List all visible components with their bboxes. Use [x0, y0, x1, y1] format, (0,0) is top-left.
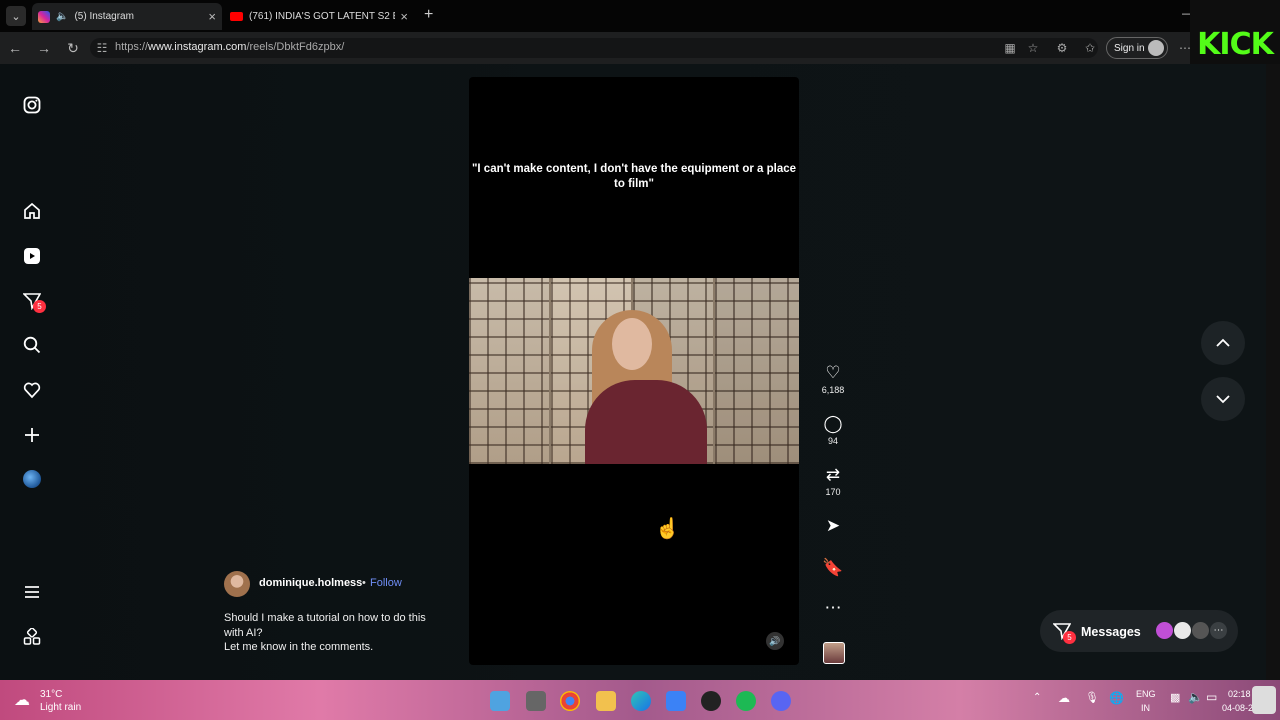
- tab-title: (5) Instagram: [74, 11, 134, 22]
- bookmark-icon: 🔖: [822, 558, 844, 577]
- presenter-body: [585, 380, 707, 464]
- comment-count: 94: [827, 436, 838, 446]
- create-icon[interactable]: [22, 425, 42, 445]
- file-explorer-icon[interactable]: [596, 691, 616, 711]
- like-count: 6,188: [821, 385, 845, 395]
- shoji-screen: [469, 278, 549, 464]
- task-view-icon[interactable]: [526, 691, 546, 711]
- author-username[interactable]: dominique.holmess: [259, 577, 362, 589]
- home-icon[interactable]: [22, 201, 42, 221]
- like-button[interactable]: ♡ 6,188: [818, 363, 848, 395]
- sound-toggle-icon[interactable]: 🔊: [766, 632, 784, 650]
- also-from-meta-icon[interactable]: [22, 627, 42, 647]
- conversation-avatar: [1192, 622, 1209, 639]
- comment-icon: ◯: [823, 414, 843, 433]
- page-scrollbar[interactable]: [1266, 64, 1280, 680]
- weather-description[interactable]: Light rain: [40, 702, 81, 713]
- comment-button[interactable]: ◯ 94: [818, 414, 848, 446]
- previous-reel-button[interactable]: [1201, 321, 1245, 365]
- sign-in-button[interactable]: Sign in: [1106, 37, 1168, 59]
- follow-button[interactable]: Follow: [370, 577, 402, 589]
- url-text[interactable]: https://www.instagram.com/reels/DbktFd6z…: [115, 41, 344, 53]
- separator-dot: •: [362, 577, 366, 589]
- start-icon[interactable]: [490, 691, 510, 711]
- audio-thumbnail[interactable]: [823, 642, 845, 664]
- microphone-icon[interactable]: 🎙: [1085, 691, 1099, 704]
- reload-icon[interactable]: ↻: [64, 39, 82, 57]
- notifications-icon[interactable]: [22, 380, 42, 400]
- reel-overlay-text: "I can't make content, I don't have the …: [471, 163, 797, 190]
- onedrive-icon[interactable]: ☁: [1058, 691, 1070, 705]
- repost-button[interactable]: ⇄ 170: [818, 465, 848, 497]
- browser-tab-bar: ⌄ 🔈 (5) Instagram × (761) INDIA'S GOT LA…: [0, 0, 1280, 32]
- hand-cursor-icon: ☝: [655, 518, 680, 540]
- spotify-icon[interactable]: [736, 691, 756, 711]
- edge-icon[interactable]: [631, 691, 651, 711]
- weather-temperature[interactable]: 31°C: [40, 689, 62, 700]
- close-tab-icon[interactable]: ×: [400, 9, 408, 24]
- forward-icon[interactable]: →: [35, 39, 53, 57]
- instagram-icon: [38, 10, 50, 23]
- presenter-face: [612, 318, 652, 370]
- description-line: Should I make a tutorial on how to do th…: [224, 612, 426, 624]
- tab-youtube[interactable]: (761) INDIA'S GOT LATENT S2 EP4 ×: [224, 3, 414, 30]
- discord-icon[interactable]: [771, 691, 791, 711]
- profile-icon[interactable]: [22, 469, 42, 489]
- heart-icon: ♡: [825, 363, 841, 382]
- vpn-icon[interactable]: 🌐: [1109, 691, 1124, 705]
- author-avatar[interactable]: [224, 571, 250, 597]
- conversation-avatar: [1156, 622, 1173, 639]
- clock-date[interactable]: 04-08-2: [1222, 703, 1253, 713]
- next-reel-button[interactable]: [1201, 377, 1245, 421]
- close-tab-icon[interactable]: ×: [208, 9, 216, 24]
- obs-icon[interactable]: [701, 691, 721, 711]
- youtube-icon: [230, 12, 243, 21]
- more-icon[interactable]: [22, 582, 42, 602]
- new-tab-button[interactable]: +: [424, 6, 433, 24]
- share-button[interactable]: ➤: [818, 516, 848, 536]
- region-indicator[interactable]: IN: [1141, 703, 1150, 713]
- shoji-screen: [715, 278, 799, 464]
- clock-time[interactable]: 02:18: [1228, 689, 1251, 699]
- tab-instagram[interactable]: 🔈 (5) Instagram ×: [32, 3, 222, 30]
- more-conversations-icon: ⋯: [1210, 622, 1227, 639]
- avatar-icon: [1148, 40, 1164, 56]
- notification-avatar-icon[interactable]: [1252, 686, 1276, 714]
- reels-icon[interactable]: [22, 246, 42, 266]
- battery-icon[interactable]: ▭: [1206, 690, 1217, 704]
- favorite-star-icon[interactable]: ☆: [1025, 40, 1041, 56]
- back-icon[interactable]: ←: [6, 39, 24, 57]
- conversation-avatar: [1174, 622, 1191, 639]
- weather-icon[interactable]: ☁: [14, 690, 30, 710]
- favorites-icon[interactable]: ✩: [1082, 40, 1098, 56]
- extensions-icon[interactable]: ⚙: [1054, 40, 1070, 56]
- store-icon[interactable]: [666, 691, 686, 711]
- network-icon[interactable]: ▩: [1170, 691, 1180, 704]
- tab-title: (761) INDIA'S GOT LATENT S2 EP4: [249, 11, 395, 22]
- reel-description: Should I make a tutorial on how to do th…: [224, 611, 454, 655]
- app-available-icon[interactable]: ▦: [1002, 40, 1018, 56]
- search-icon[interactable]: [22, 335, 42, 355]
- volume-icon[interactable]: 🔈: [1188, 690, 1203, 704]
- share-icon: ➤: [825, 516, 841, 535]
- site-info-icon[interactable]: ☷: [94, 40, 110, 56]
- messages-pill-badge: 5: [1063, 631, 1076, 644]
- messages-label: Messages: [1081, 625, 1141, 639]
- language-indicator[interactable]: ENG: [1136, 689, 1156, 699]
- mute-icon[interactable]: 🔈: [56, 11, 68, 22]
- more-options-button[interactable]: ⋯: [818, 598, 848, 618]
- repost-count: 170: [825, 487, 841, 497]
- ellipsis-icon: ⋯: [824, 598, 842, 617]
- tab-actions-chevron-icon[interactable]: ⌄: [6, 6, 26, 26]
- description-line: with AI?: [224, 626, 263, 639]
- show-hidden-icons-icon[interactable]: ⌃: [1033, 692, 1041, 703]
- description-line: Let me know in the comments.: [224, 641, 374, 653]
- save-button[interactable]: 🔖: [818, 558, 848, 578]
- chrome-icon[interactable]: [560, 691, 580, 711]
- repost-icon: ⇄: [825, 465, 841, 484]
- instagram-logo-icon[interactable]: [22, 95, 42, 115]
- messages-badge: 5: [33, 300, 46, 313]
